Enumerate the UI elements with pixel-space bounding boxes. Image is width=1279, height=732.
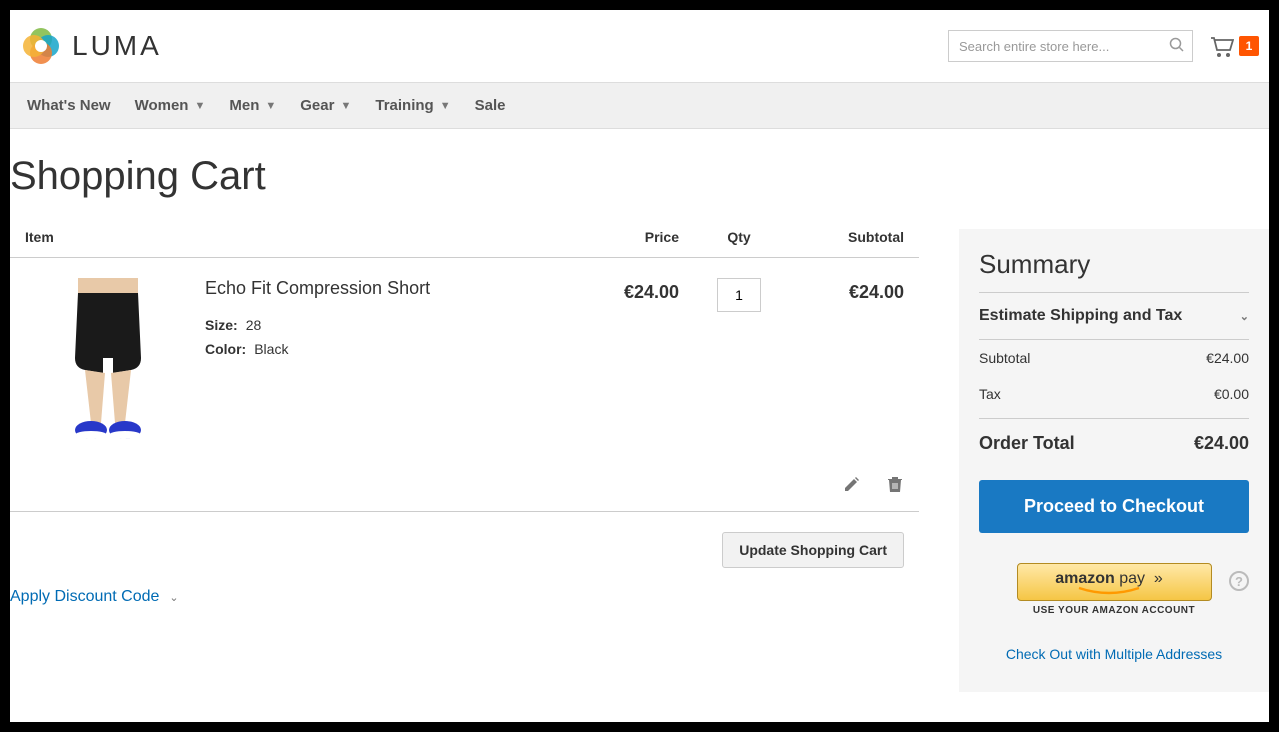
search-icon[interactable] [1169, 37, 1185, 53]
cart-header-row: Item Price Qty Subtotal [10, 229, 919, 258]
col-header-price: Price [559, 229, 679, 245]
nav-women[interactable]: Women ▼ [123, 83, 218, 128]
proceed-checkout-button[interactable]: Proceed to Checkout [979, 480, 1249, 533]
multiple-addresses-link[interactable]: Check Out with Multiple Addresses [979, 646, 1249, 662]
summary-tax: Tax €0.00 [979, 376, 1249, 412]
logo[interactable]: LUMA [20, 25, 162, 67]
product-color: Color:Black [205, 341, 559, 357]
nav-label: Women [135, 97, 189, 114]
chevron-down-icon: ⌄ [1240, 310, 1249, 323]
col-header-qty: Qty [679, 229, 799, 245]
search-input[interactable] [948, 30, 1193, 62]
col-header-subtotal: Subtotal [799, 229, 919, 245]
cart-icon [1208, 34, 1234, 58]
nav-whats-new[interactable]: What's New [15, 83, 123, 128]
amazon-sub-label: USE YOUR AMAZON ACCOUNT [979, 605, 1249, 616]
item-subtotal: €24.00 [799, 278, 919, 443]
chevron-down-icon: ▼ [440, 100, 451, 112]
logo-text: LUMA [72, 30, 162, 62]
nav-label: Training [375, 97, 433, 114]
help-icon[interactable]: ? [1229, 571, 1249, 591]
main-nav: What's New Women ▼ Men ▼ Gear ▼ Training ▼ S… [10, 82, 1269, 129]
nav-sale[interactable]: Sale [463, 83, 518, 128]
amazon-pay-label: amazon pay » [1055, 570, 1163, 587]
item-price: €24.00 [559, 278, 679, 443]
trash-icon[interactable] [886, 475, 904, 493]
summary-order-total: Order Total €24.00 [979, 418, 1249, 474]
col-header-item: Item [25, 229, 559, 245]
estimate-label: Estimate Shipping and Tax [979, 307, 1182, 325]
chevron-down-icon: ▼ [194, 100, 205, 112]
cart-item-row: Echo Fit Compression Short Size:28 Color… [10, 258, 919, 463]
chevron-down-icon: ▼ [340, 100, 351, 112]
chevron-down-icon: ⌄ [169, 591, 178, 604]
summary-subtotal: Subtotal €24.00 [979, 340, 1249, 376]
product-image[interactable] [25, 278, 190, 443]
cart-count-badge: 1 [1239, 36, 1259, 56]
estimate-shipping-toggle[interactable]: Estimate Shipping and Tax ⌄ [979, 293, 1249, 340]
amazon-pay-button[interactable]: amazon pay » [1017, 563, 1212, 601]
chevron-down-icon: ▼ [265, 100, 276, 112]
minicart[interactable]: 1 [1208, 34, 1259, 58]
apply-discount-link[interactable]: Apply Discount Code ⌄ [10, 588, 919, 606]
nav-training[interactable]: Training ▼ [363, 83, 462, 128]
qty-input[interactable] [717, 278, 761, 312]
page-title: Shopping Cart [10, 129, 1269, 229]
nav-label: Men [229, 97, 259, 114]
nav-label: What's New [27, 97, 111, 114]
search-box [948, 30, 1193, 62]
summary-title: Summary [979, 249, 1249, 293]
logo-icon [20, 25, 62, 67]
product-name[interactable]: Echo Fit Compression Short [205, 278, 559, 299]
nav-label: Sale [475, 97, 506, 114]
update-cart-button[interactable]: Update Shopping Cart [722, 532, 904, 568]
discount-label: Apply Discount Code [10, 588, 159, 606]
product-size: Size:28 [205, 317, 559, 333]
nav-label: Gear [300, 97, 334, 114]
nav-men[interactable]: Men ▼ [217, 83, 288, 128]
nav-gear[interactable]: Gear ▼ [288, 83, 363, 128]
edit-icon[interactable] [843, 475, 861, 493]
amazon-smile-icon [1074, 586, 1144, 596]
summary-sidebar: Summary Estimate Shipping and Tax ⌄ Subt… [959, 229, 1269, 692]
